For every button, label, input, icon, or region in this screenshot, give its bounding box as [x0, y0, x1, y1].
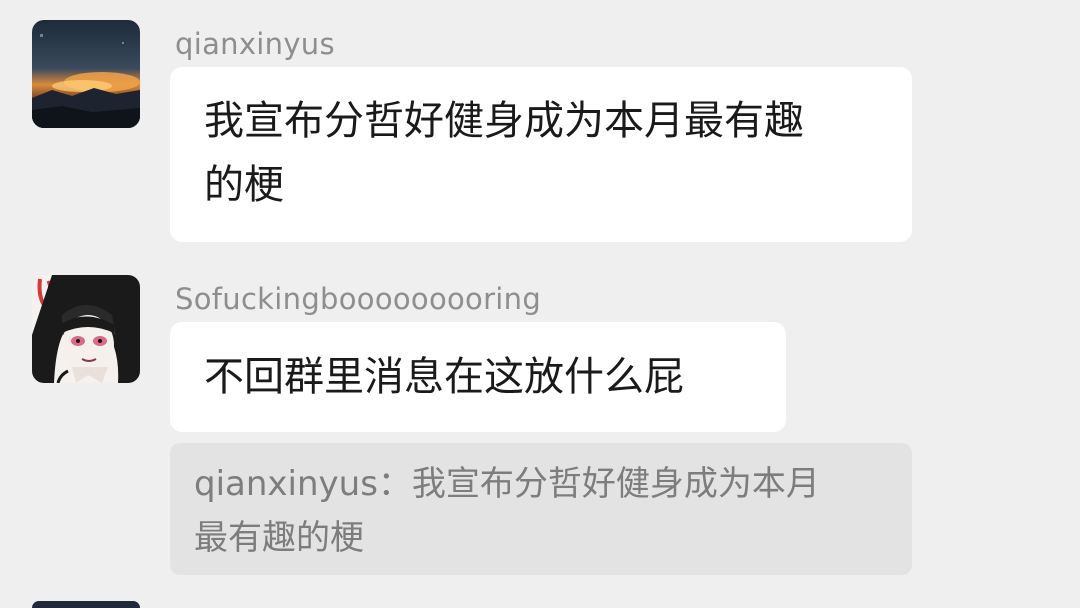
sender-name: Sofuckingbooooooooring	[175, 282, 542, 316]
next-message-avatar[interactable]	[32, 601, 140, 608]
quote-text-line: 最有趣的梗	[194, 518, 364, 558]
sender-name: qianxinyus	[175, 27, 335, 61]
message-text-line: 我宣布分哲好健身成为本月最有趣	[204, 98, 804, 144]
quote-text-line: qianxinyus：我宣布分哲好健身成为本月	[194, 464, 820, 504]
message-text-line: 的梗	[204, 162, 284, 208]
message-bubble[interactable]: 不回群里消息在这放什么屁	[170, 322, 786, 432]
message-text-line: 不回群里消息在这放什么屁	[204, 354, 684, 400]
message-bubble[interactable]: 我宣布分哲好健身成为本月最有趣 的梗	[170, 67, 912, 242]
landscape-avatar-icon	[32, 20, 140, 128]
quoted-reply[interactable]: qianxinyus：我宣布分哲好健身成为本月 最有趣的梗	[170, 443, 912, 575]
anime-avatar-icon	[32, 275, 140, 383]
user-avatar[interactable]	[32, 20, 140, 128]
user-avatar[interactable]	[32, 275, 140, 383]
